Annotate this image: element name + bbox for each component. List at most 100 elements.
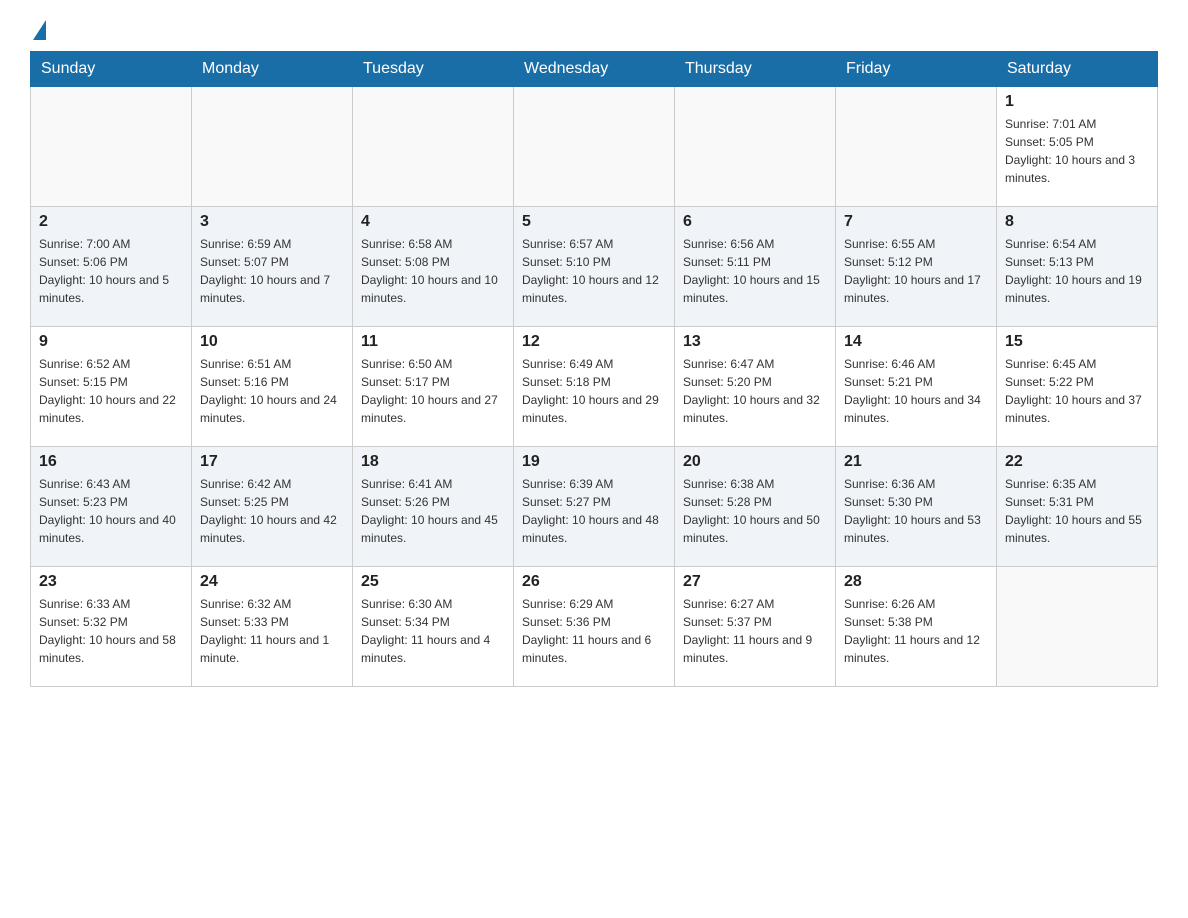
calendar-week-2: 2 Sunrise: 7:00 AM Sunset: 5:06 PM Daylig… [31, 207, 1158, 327]
day-number: 14 [844, 333, 988, 351]
calendar-cell: 26 Sunrise: 6:29 AM Sunset: 5:36 PM Dayli… [514, 567, 675, 687]
logo-triangle-icon [33, 20, 46, 40]
calendar-cell [31, 87, 192, 207]
calendar-cell: 13 Sunrise: 6:47 AM Sunset: 5:20 PM Dayli… [675, 327, 836, 447]
calendar-cell: 16Sunrise: 6:43 AM Sunset: 5:23 PM Dayli… [31, 447, 192, 567]
calendar-cell: 1Sunrise: 7:01 AM Sunset: 5:05 PM Daylig… [997, 87, 1158, 207]
calendar-week-1: 1Sunrise: 7:01 AM Sunset: 5:05 PM Daylig… [31, 87, 1158, 207]
day-info: Sunrise: 6:47 AM Sunset: 5:20 PM Dayligh… [683, 355, 827, 427]
day-number: 3 [200, 213, 344, 231]
day-number: 26 [522, 573, 666, 591]
calendar-cell [675, 87, 836, 207]
day-info: Sunrise: 6:59 AM Sunset: 5:07 PM Dayligh… [200, 235, 344, 307]
calendar-cell: 22 Sunrise: 6:35 AM Sunset: 5:31 PM Dayli… [997, 447, 1158, 567]
calendar-cell: 5 Sunrise: 6:57 AM Sunset: 5:10 PM Daylig… [514, 207, 675, 327]
calendar-cell: 9Sunrise: 6:52 AM Sunset: 5:15 PM Daylig… [31, 327, 192, 447]
weekday-header-friday: Friday [836, 52, 997, 87]
day-info: Sunrise: 6:49 AM Sunset: 5:18 PM Dayligh… [522, 355, 666, 427]
calendar-cell: 25Sunrise: 6:30 AM Sunset: 5:34 PM Dayli… [353, 567, 514, 687]
day-info: Sunrise: 6:35 AM Sunset: 5:31 PM Dayligh… [1005, 475, 1149, 547]
day-number: 8 [1005, 213, 1149, 231]
calendar-cell [353, 87, 514, 207]
day-info: Sunrise: 6:51 AM Sunset: 5:16 PM Dayligh… [200, 355, 344, 427]
day-info: Sunrise: 6:32 AM Sunset: 5:33 PM Dayligh… [200, 595, 344, 667]
calendar-cell: 24 Sunrise: 6:32 AM Sunset: 5:33 PM Dayli… [192, 567, 353, 687]
calendar-week-5: 23Sunrise: 6:33 AM Sunset: 5:32 PM Dayli… [31, 567, 1158, 687]
calendar-cell: 17 Sunrise: 6:42 AM Sunset: 5:25 PM Dayli… [192, 447, 353, 567]
day-info: Sunrise: 6:54 AM Sunset: 5:13 PM Dayligh… [1005, 235, 1149, 307]
day-number: 2 [39, 213, 183, 231]
day-number: 22 [1005, 453, 1149, 471]
calendar-cell: 2 Sunrise: 7:00 AM Sunset: 5:06 PM Daylig… [31, 207, 192, 327]
day-number: 21 [844, 453, 988, 471]
day-number: 4 [361, 213, 505, 231]
calendar-cell: 20 Sunrise: 6:38 AM Sunset: 5:28 PM Dayli… [675, 447, 836, 567]
calendar-cell: 11Sunrise: 6:50 AM Sunset: 5:17 PM Dayli… [353, 327, 514, 447]
calendar-week-4: 16Sunrise: 6:43 AM Sunset: 5:23 PM Dayli… [31, 447, 1158, 567]
day-info: Sunrise: 6:55 AM Sunset: 5:12 PM Dayligh… [844, 235, 988, 307]
day-number: 17 [200, 453, 344, 471]
day-number: 16 [39, 453, 183, 471]
day-info: Sunrise: 7:00 AM Sunset: 5:06 PM Dayligh… [39, 235, 183, 307]
calendar-week-3: 9Sunrise: 6:52 AM Sunset: 5:15 PM Daylig… [31, 327, 1158, 447]
weekday-header-saturday: Saturday [997, 52, 1158, 87]
calendar-table: SundayMondayTuesdayWednesdayThursdayFrid… [30, 51, 1158, 687]
day-number: 19 [522, 453, 666, 471]
day-info: Sunrise: 6:29 AM Sunset: 5:36 PM Dayligh… [522, 595, 666, 667]
day-number: 20 [683, 453, 827, 471]
day-number: 27 [683, 573, 827, 591]
day-info: Sunrise: 6:46 AM Sunset: 5:21 PM Dayligh… [844, 355, 988, 427]
page-header [30, 20, 1158, 41]
calendar-cell: 15 Sunrise: 6:45 AM Sunset: 5:22 PM Dayli… [997, 327, 1158, 447]
day-info: Sunrise: 6:56 AM Sunset: 5:11 PM Dayligh… [683, 235, 827, 307]
calendar-cell: 28 Sunrise: 6:26 AM Sunset: 5:38 PM Dayli… [836, 567, 997, 687]
day-number: 24 [200, 573, 344, 591]
calendar-cell: 4 Sunrise: 6:58 AM Sunset: 5:08 PM Daylig… [353, 207, 514, 327]
calendar-cell: 7 Sunrise: 6:55 AM Sunset: 5:12 PM Daylig… [836, 207, 997, 327]
calendar-cell: 19 Sunrise: 6:39 AM Sunset: 5:27 PM Dayli… [514, 447, 675, 567]
day-number: 23 [39, 573, 183, 591]
day-info: Sunrise: 6:26 AM Sunset: 5:38 PM Dayligh… [844, 595, 988, 667]
day-info: Sunrise: 6:58 AM Sunset: 5:08 PM Dayligh… [361, 235, 505, 307]
calendar-cell: 12 Sunrise: 6:49 AM Sunset: 5:18 PM Dayli… [514, 327, 675, 447]
calendar-cell: 14 Sunrise: 6:46 AM Sunset: 5:21 PM Dayli… [836, 327, 997, 447]
calendar-cell: 3 Sunrise: 6:59 AM Sunset: 5:07 PM Daylig… [192, 207, 353, 327]
day-number: 7 [844, 213, 988, 231]
day-number: 10 [200, 333, 344, 351]
calendar-cell: 6 Sunrise: 6:56 AM Sunset: 5:11 PM Daylig… [675, 207, 836, 327]
day-number: 28 [844, 573, 988, 591]
day-number: 1 [1005, 93, 1149, 111]
weekday-header-thursday: Thursday [675, 52, 836, 87]
day-number: 25 [361, 573, 505, 591]
day-number: 6 [683, 213, 827, 231]
calendar-cell: 8 Sunrise: 6:54 AM Sunset: 5:13 PM Daylig… [997, 207, 1158, 327]
calendar-cell [192, 87, 353, 207]
day-info: Sunrise: 6:42 AM Sunset: 5:25 PM Dayligh… [200, 475, 344, 547]
day-info: Sunrise: 6:52 AM Sunset: 5:15 PM Dayligh… [39, 355, 183, 427]
weekday-header-sunday: Sunday [31, 52, 192, 87]
day-number: 13 [683, 333, 827, 351]
calendar-cell: 18 Sunrise: 6:41 AM Sunset: 5:26 PM Dayli… [353, 447, 514, 567]
day-number: 15 [1005, 333, 1149, 351]
weekday-header-monday: Monday [192, 52, 353, 87]
day-number: 11 [361, 333, 505, 351]
weekday-header-wednesday: Wednesday [514, 52, 675, 87]
calendar-cell [514, 87, 675, 207]
day-info: Sunrise: 6:45 AM Sunset: 5:22 PM Dayligh… [1005, 355, 1149, 427]
day-info: Sunrise: 6:39 AM Sunset: 5:27 PM Dayligh… [522, 475, 666, 547]
day-info: Sunrise: 6:57 AM Sunset: 5:10 PM Dayligh… [522, 235, 666, 307]
weekday-header-tuesday: Tuesday [353, 52, 514, 87]
day-info: Sunrise: 6:27 AM Sunset: 5:37 PM Dayligh… [683, 595, 827, 667]
calendar-cell: 27 Sunrise: 6:27 AM Sunset: 5:37 PM Dayli… [675, 567, 836, 687]
calendar-cell [836, 87, 997, 207]
day-info: Sunrise: 6:41 AM Sunset: 5:26 PM Dayligh… [361, 475, 505, 547]
calendar-cell: 21 Sunrise: 6:36 AM Sunset: 5:30 PM Dayli… [836, 447, 997, 567]
day-number: 12 [522, 333, 666, 351]
calendar-header-row: SundayMondayTuesdayWednesdayThursdayFrid… [31, 52, 1158, 87]
day-info: Sunrise: 6:36 AM Sunset: 5:30 PM Dayligh… [844, 475, 988, 547]
calendar-cell: 23Sunrise: 6:33 AM Sunset: 5:32 PM Dayli… [31, 567, 192, 687]
calendar-cell [997, 567, 1158, 687]
day-number: 5 [522, 213, 666, 231]
day-number: 18 [361, 453, 505, 471]
day-info: Sunrise: 6:38 AM Sunset: 5:28 PM Dayligh… [683, 475, 827, 547]
